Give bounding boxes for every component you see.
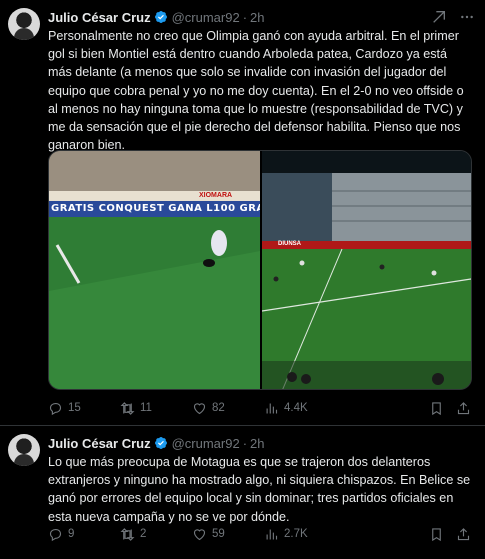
- verified-badge-icon: [154, 11, 167, 23]
- reply-button[interactable]: 15: [48, 401, 120, 416]
- author-name[interactable]: Julio César Cruz: [48, 10, 151, 25]
- reply-count: 9: [68, 528, 75, 540]
- repost-button[interactable]: 11: [120, 401, 192, 416]
- repost-count: 2: [140, 528, 147, 540]
- separator-dot: ·: [242, 9, 248, 25]
- grok-icon[interactable]: [431, 9, 447, 25]
- match-frame-right: [262, 151, 471, 389]
- tweet-media[interactable]: GRATIS CONQUEST GANA L100 GRATIS XIOMARA: [48, 150, 472, 390]
- share-icon[interactable]: [456, 527, 471, 542]
- author-handle[interactable]: @crumar92: [172, 436, 240, 451]
- like-count: 59: [212, 528, 225, 540]
- more-icon[interactable]: [459, 9, 475, 25]
- repost-icon: [120, 527, 135, 541]
- tweet-actions: 9 2 59 2.7K: [48, 524, 471, 544]
- repost-button[interactable]: 2: [120, 527, 192, 542]
- timestamp[interactable]: 2h: [250, 436, 264, 451]
- views-count: 4.4K: [284, 402, 308, 414]
- reply-button[interactable]: 9: [48, 527, 120, 542]
- tweet-2[interactable]: Julio César Cruz @crumar92 · 2h Lo que m…: [0, 426, 485, 559]
- bookmark-icon[interactable]: [429, 401, 444, 416]
- reply-icon: [49, 528, 62, 541]
- views-icon: [266, 403, 278, 413]
- media-right-banner: DIUNSA: [278, 241, 302, 247]
- media-image-right[interactable]: DIUNSA: [262, 151, 471, 389]
- reply-count: 15: [68, 402, 81, 414]
- share-icon[interactable]: [456, 401, 471, 416]
- like-button[interactable]: 82: [192, 401, 264, 416]
- bookmark-icon[interactable]: [429, 527, 444, 542]
- avatar[interactable]: [8, 434, 40, 466]
- tweet-header: Julio César Cruz @crumar92 · 2h: [48, 7, 475, 27]
- like-icon: [193, 528, 206, 540]
- timestamp[interactable]: 2h: [250, 10, 264, 25]
- author-name[interactable]: Julio César Cruz: [48, 436, 151, 451]
- reply-icon: [49, 402, 62, 415]
- avatar[interactable]: [8, 8, 40, 40]
- like-icon: [193, 402, 206, 414]
- separator-dot: ·: [242, 435, 248, 451]
- author-handle[interactable]: @crumar92: [172, 10, 240, 25]
- repost-count: 11: [140, 402, 152, 414]
- tweet-actions: 15 11 82 4.4K: [48, 398, 471, 418]
- match-frame-left: [49, 151, 260, 389]
- tweet-text: Lo que más preocupa de Motagua es que se…: [48, 455, 471, 524]
- media-image-left[interactable]: GRATIS CONQUEST GANA L100 GRATIS XIOMARA: [49, 151, 260, 389]
- tweet-header: Julio César Cruz @crumar92 · 2h: [48, 433, 475, 453]
- views-button[interactable]: 2.7K: [264, 527, 360, 542]
- media-left-banner: GRATIS CONQUEST GANA L100 GRATIS: [51, 203, 260, 214]
- verified-badge-icon: [154, 437, 167, 449]
- tweet-1[interactable]: Julio César Cruz @crumar92 · 2h Personal…: [0, 0, 485, 426]
- like-count: 82: [212, 402, 225, 414]
- views-button[interactable]: 4.4K: [264, 401, 360, 416]
- views-icon: [266, 529, 278, 539]
- media-left-banner-2: XIOMARA: [199, 192, 233, 199]
- tweet-text: Personalmente no creo que Olimpia ganó c…: [48, 29, 464, 153]
- like-button[interactable]: 59: [192, 527, 264, 542]
- views-count: 2.7K: [284, 528, 308, 540]
- repost-icon: [120, 401, 135, 415]
